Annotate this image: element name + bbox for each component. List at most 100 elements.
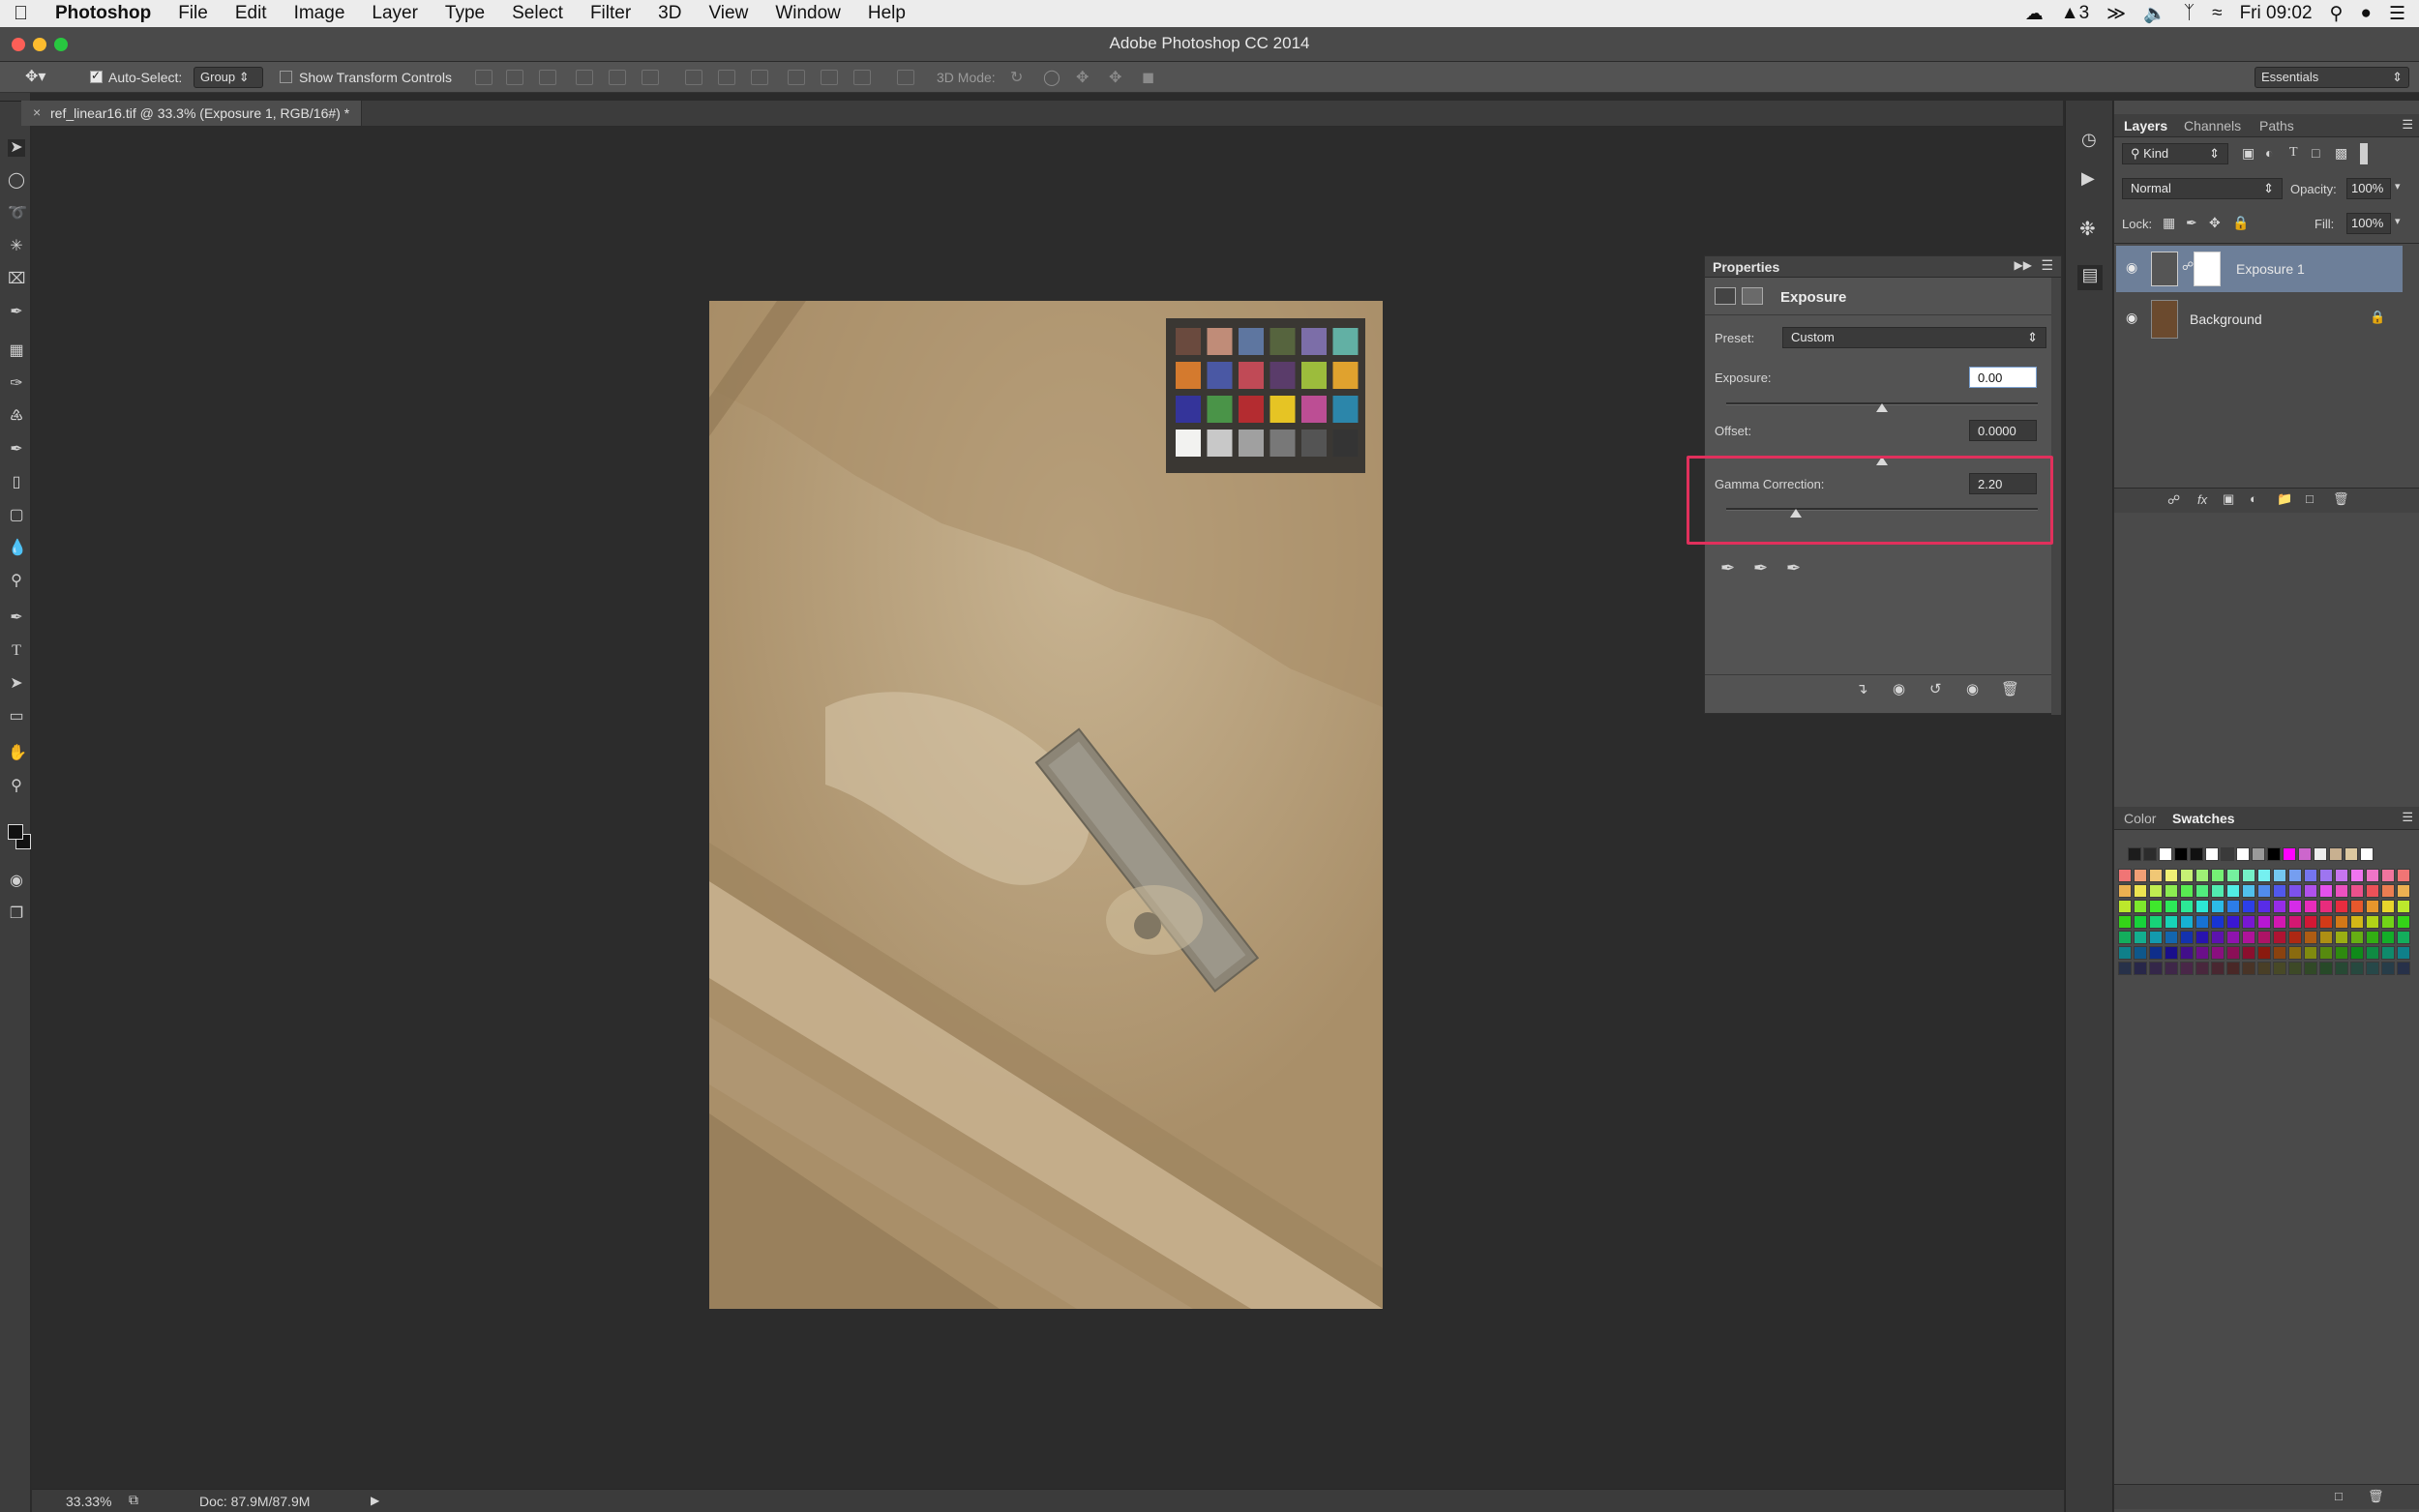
lock-transparent-icon[interactable]: ▦ (2163, 215, 2175, 231)
bluetooth-icon[interactable]: ᛉ (2184, 3, 2195, 24)
swatch[interactable] (2128, 847, 2141, 861)
apple-menu-icon[interactable]:  (0, 3, 42, 25)
swatch[interactable] (2180, 946, 2194, 960)
tab-channels[interactable]: Channels (2184, 118, 2241, 133)
menu-layer[interactable]: Layer (358, 3, 432, 24)
swatch[interactable] (2149, 915, 2163, 929)
swatch[interactable] (2397, 946, 2410, 960)
menu-type[interactable]: Type (432, 3, 498, 24)
swatch[interactable] (2149, 900, 2163, 913)
swatch[interactable] (2319, 869, 2333, 882)
layer-name[interactable]: Exposure 1 (2236, 261, 2305, 277)
move-tool-icon[interactable]: ➤ (8, 139, 25, 157)
swatch[interactable] (2350, 900, 2364, 913)
tab-swatches[interactable]: Swatches (2172, 811, 2235, 826)
swatch[interactable] (2195, 900, 2209, 913)
delete-layer-icon[interactable]: 🗑 (2333, 491, 2349, 507)
swatch[interactable] (2381, 884, 2395, 898)
crop-tool-icon[interactable]: ⌧ (8, 271, 25, 288)
properties-panel-icon[interactable]: ▤ (2077, 265, 2103, 290)
status-export-icon[interactable]: ⧉ (129, 1492, 138, 1508)
layer-visibility-icon[interactable]: ◉ (2126, 310, 2137, 326)
swatch[interactable] (2205, 847, 2219, 861)
move-tool-preset-icon[interactable]: ✥▾ (25, 67, 45, 86)
shape-tool-icon[interactable]: ▭ (8, 708, 25, 726)
swatch[interactable] (2288, 869, 2302, 882)
swatch[interactable] (2242, 869, 2255, 882)
menu-file[interactable]: File (164, 3, 222, 24)
layer-filter-dropdown[interactable]: ⚲ Kind ⇕ (2122, 143, 2228, 164)
tab-paths[interactable]: Paths (2259, 118, 2294, 133)
foreground-color-swatch[interactable] (8, 824, 23, 840)
swatch[interactable] (2319, 931, 2333, 944)
swatch[interactable] (2319, 900, 2333, 913)
adobe-badge-icon[interactable]: ▲3 (2061, 3, 2089, 24)
new-group-icon[interactable]: 📁 (2277, 491, 2292, 507)
swatch[interactable] (2288, 884, 2302, 898)
lock-position-icon[interactable]: ✥ (2209, 215, 2221, 231)
menu-select[interactable]: Select (498, 3, 577, 24)
creative-cloud-icon[interactable]: ☁ (2025, 3, 2044, 25)
swatch[interactable] (2165, 900, 2178, 913)
swatch[interactable] (2288, 946, 2302, 960)
swatch[interactable] (2273, 884, 2286, 898)
swatches-menu-icon[interactable]: ☰ (2402, 810, 2413, 825)
swatch[interactable] (2257, 915, 2271, 929)
swatch[interactable] (2134, 884, 2147, 898)
swatch[interactable] (2267, 847, 2281, 861)
eyedropper-tool-icon[interactable]: ✒ (8, 304, 25, 321)
filter-shape-icon[interactable]: □ (2312, 145, 2319, 161)
distribute-vertical-icon[interactable] (718, 70, 735, 85)
swatch[interactable] (2304, 900, 2317, 913)
swatch[interactable] (2180, 884, 2194, 898)
distribute-bottom-icon[interactable] (751, 70, 768, 85)
swatch[interactable] (2211, 931, 2225, 944)
swatch[interactable] (2273, 931, 2286, 944)
swatch[interactable] (2381, 931, 2395, 944)
swatch[interactable] (2273, 869, 2286, 882)
layers-panel-menu-icon[interactable]: ☰ (2402, 117, 2413, 133)
collapse-panel-icon[interactable]: ▶▶ (2015, 258, 2032, 272)
swatch[interactable] (2226, 884, 2240, 898)
tab-layers[interactable]: Layers (2124, 118, 2167, 133)
swatch[interactable] (2381, 946, 2395, 960)
swatch[interactable] (2273, 962, 2286, 975)
swatch[interactable] (2211, 869, 2225, 882)
distribute-left-icon[interactable] (788, 70, 805, 85)
swatch[interactable] (2221, 847, 2234, 861)
swatch[interactable] (2257, 946, 2271, 960)
magic-wand-tool-icon[interactable]: ✳ (8, 238, 25, 255)
align-horizontal-center-icon[interactable] (609, 70, 626, 85)
zoom-tool-icon[interactable]: ⚲ (8, 778, 25, 795)
swatch[interactable] (2257, 900, 2271, 913)
auto-select-checkbox[interactable]: ✓ (90, 69, 103, 83)
new-layer-icon[interactable]: □ (2306, 491, 2314, 506)
distribute-right-icon[interactable] (853, 70, 871, 85)
swatch[interactable] (2366, 869, 2379, 882)
swatch[interactable] (2288, 915, 2302, 929)
swatch[interactable] (2360, 847, 2374, 861)
swatch[interactable] (2236, 847, 2250, 861)
swatch[interactable] (2226, 915, 2240, 929)
swatch[interactable] (2397, 869, 2410, 882)
swatch[interactable] (2159, 847, 2172, 861)
filter-adjustment-icon[interactable]: ◐ (2265, 145, 2273, 161)
swatch[interactable] (2165, 962, 2178, 975)
swatch[interactable] (2195, 915, 2209, 929)
swatch[interactable] (2381, 962, 2395, 975)
layer-mask-icon[interactable] (1742, 287, 1763, 305)
swatch[interactable] (2165, 915, 2178, 929)
swatch[interactable] (2134, 900, 2147, 913)
swatch[interactable] (2118, 915, 2132, 929)
user-icon[interactable]: ● (2360, 3, 2371, 24)
actions-panel-icon[interactable]: ▶ (2081, 168, 2095, 189)
adjustments-panel-icon[interactable]: ❉ (2079, 217, 2096, 241)
swatch[interactable] (2381, 869, 2395, 882)
eraser-tool-icon[interactable]: ▯ (8, 474, 25, 491)
swatch[interactable] (2257, 931, 2271, 944)
panel-menu-icon[interactable]: ☰ (2041, 257, 2053, 274)
swatch[interactable] (2180, 931, 2194, 944)
zoom-level[interactable]: 33.33% (66, 1494, 111, 1509)
app-menu[interactable]: Photoshop (42, 3, 164, 24)
swatch[interactable] (2165, 884, 2178, 898)
